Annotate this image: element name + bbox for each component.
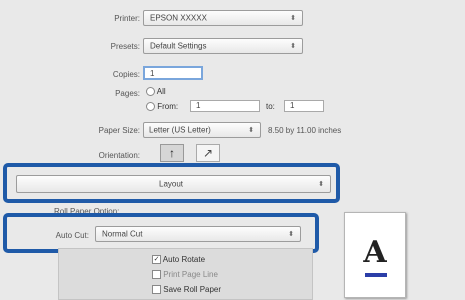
auto-rotate-checkbox[interactable]: ✓ bbox=[152, 255, 161, 265]
pages-all-option[interactable]: All bbox=[146, 87, 166, 97]
pages-to-label: to: bbox=[266, 102, 275, 111]
presets-label: Presets: bbox=[110, 42, 140, 51]
save-roll-paper-checkbox[interactable] bbox=[152, 285, 161, 295]
printer-select[interactable]: EPSON XXXXX ⬍ bbox=[143, 10, 303, 26]
preview-letter: A bbox=[363, 235, 387, 270]
paper-size-select[interactable]: Letter (US Letter) ⬍ bbox=[143, 122, 261, 138]
preview-mark bbox=[365, 273, 387, 277]
print-page-line-checkbox[interactable] bbox=[152, 270, 161, 280]
paper-size-value: Letter (US Letter) bbox=[149, 125, 211, 135]
portrait-button[interactable]: ↑ bbox=[160, 144, 184, 162]
pages-range-option[interactable]: From: bbox=[146, 102, 179, 112]
print-page-line-option[interactable]: Print Page Line bbox=[152, 270, 218, 280]
landscape-icon: ↗ bbox=[202, 146, 214, 160]
updown-arrows-icon: ⬍ bbox=[290, 15, 296, 22]
panel-select-value: Layout bbox=[159, 179, 184, 189]
pages-all-label: All bbox=[156, 87, 166, 96]
portrait-icon: ↑ bbox=[169, 146, 175, 160]
updown-arrows-icon: ⬍ bbox=[288, 231, 294, 238]
copies-label: Copies: bbox=[112, 70, 140, 79]
pages-range-radio[interactable] bbox=[146, 102, 155, 112]
updown-arrows-icon: ⬍ bbox=[248, 127, 254, 134]
page-preview: A bbox=[344, 212, 406, 298]
auto-cut-label: Auto Cut: bbox=[55, 231, 89, 240]
paper-size-label: Paper Size: bbox=[98, 126, 140, 135]
pages-label: Pages: bbox=[115, 89, 140, 98]
updown-arrows-icon: ⬍ bbox=[290, 43, 296, 50]
printer-label: Printer: bbox=[114, 14, 140, 23]
print-page-line-label: Print Page Line bbox=[163, 270, 218, 279]
pages-from-label: From: bbox=[157, 102, 179, 111]
pages-to-input[interactable]: 1 bbox=[284, 100, 324, 112]
save-roll-paper-label: Save Roll Paper bbox=[163, 285, 222, 294]
orientation-label: Orientation: bbox=[98, 151, 140, 160]
printer-value: EPSON XXXXX bbox=[150, 13, 207, 23]
save-roll-paper-option[interactable]: Save Roll Paper bbox=[152, 285, 222, 295]
updown-arrows-icon: ⬍ bbox=[318, 181, 324, 188]
auto-cut-value: Normal Cut bbox=[102, 229, 143, 239]
auto-cut-select[interactable]: Normal Cut ⬍ bbox=[95, 226, 301, 242]
pages-all-radio[interactable] bbox=[146, 87, 155, 97]
presets-value: Default Settings bbox=[150, 41, 207, 51]
auto-rotate-option[interactable]: ✓ Auto Rotate bbox=[152, 255, 206, 265]
pages-from-input[interactable]: 1 bbox=[190, 100, 260, 112]
landscape-button[interactable]: ↗ bbox=[196, 144, 220, 162]
paper-size-dimensions: 8.50 by 11.00 inches bbox=[268, 126, 342, 135]
presets-select[interactable]: Default Settings ⬍ bbox=[143, 38, 303, 54]
copies-input[interactable]: 1 bbox=[143, 66, 203, 80]
roll-paper-option-title: Roll Paper Option: bbox=[54, 207, 120, 216]
auto-rotate-label: Auto Rotate bbox=[162, 255, 206, 264]
panel-select[interactable]: Layout ⬍ bbox=[16, 175, 331, 193]
